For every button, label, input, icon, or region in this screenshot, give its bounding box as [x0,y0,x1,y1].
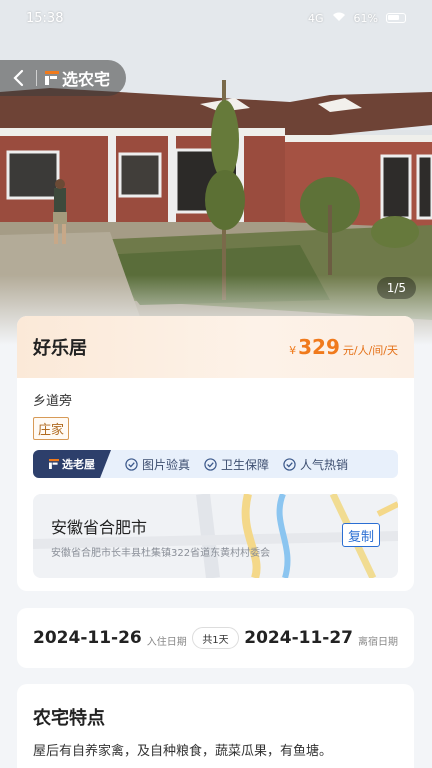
checkout-date: 2024-11-27 [244,628,353,648]
shield-check-icon [204,457,217,471]
checkout-group[interactable]: 2024-11-27 离宿日期 [244,628,398,648]
hero-photo[interactable] [0,0,432,345]
location-text: 乡道旁 [33,394,73,409]
chevron-left-icon[interactable] [0,60,36,96]
price-currency: ¥ [289,344,297,357]
checkout-label: 离宿日期 [358,636,398,648]
badge-photo-verified: 图片验真 [125,456,190,473]
badge-hygiene: 卫生保障 [204,456,269,473]
top-nav: 选农宅 [0,60,126,96]
checkin-date: 2024-11-26 [33,628,142,648]
address-full: 安徽省合肥市长丰县杜集镇322省道东黄村村委会 [51,548,271,559]
title-row: 好乐居 ¥ 329 元/人/间/天 [17,316,414,378]
status-time: 15:38 [26,10,64,26]
checkin-label: 入住日期 [146,636,187,648]
copy-address-button[interactable]: 复制 [341,523,380,547]
battery-level: 61% [353,11,378,25]
badge-label: 卫生保障 [221,457,270,472]
brand-name: 选农宅 [62,70,111,89]
features-card: 农宅特点 屋后有自养家禽，及自种粮食，蔬菜瓜果，有鱼塘。 [17,684,414,768]
stay-dates-card[interactable]: 2024-11-26 入住日期 共1天 2024-11-27 离宿日期 [17,608,414,668]
status-bar: 15:38 4G 61% [0,0,432,36]
brand-mark-icon [49,459,59,469]
assurance-badges: 选老屋 图片验真 卫生保障 人气热销 [33,450,398,478]
address-city: 安徽省合肥市 [51,518,148,537]
features-title: 农宅特点 [33,708,105,729]
badge-brand: 选老屋 [33,450,111,478]
image-counter: 1/5 [376,277,416,299]
signal-icon: 4G [308,11,324,25]
price-value: 329 [298,335,340,359]
badge-brand-label: 选老屋 [62,458,95,471]
brand-logo: 选农宅 [37,66,110,90]
price: ¥ 329 元/人/间/天 [289,335,398,359]
address-map-box[interactable]: 安徽省合肥市 安徽省合肥市长丰县杜集镇322省道东黄村村委会 复制 [33,494,398,578]
price-unit: 元/人/间/天 [342,344,398,357]
badge-label: 人气热销 [300,457,349,472]
battery-icon [386,13,406,23]
brand-mark-icon [45,71,59,85]
status-icons: 4G 61% [308,12,406,25]
listing-info-card: 好乐居 ¥ 329 元/人/间/天 乡道旁 庄家 选老屋 图片验真 卫生保障 人… [17,316,414,591]
badge-label: 图片验真 [142,457,191,472]
nights-count: 共1天 [192,627,239,649]
shield-check-icon [283,457,296,471]
features-description: 屋后有自养家禽，及自种粮食，蔬菜瓜果，有鱼塘。 [33,744,333,759]
wifi-icon [332,12,346,25]
checkin-group[interactable]: 2024-11-26 入住日期 [33,628,187,648]
host-tag: 庄家 [33,417,70,440]
badge-popular: 人气热销 [283,456,348,473]
shield-check-icon [125,457,138,471]
listing-title: 好乐居 [33,338,87,359]
